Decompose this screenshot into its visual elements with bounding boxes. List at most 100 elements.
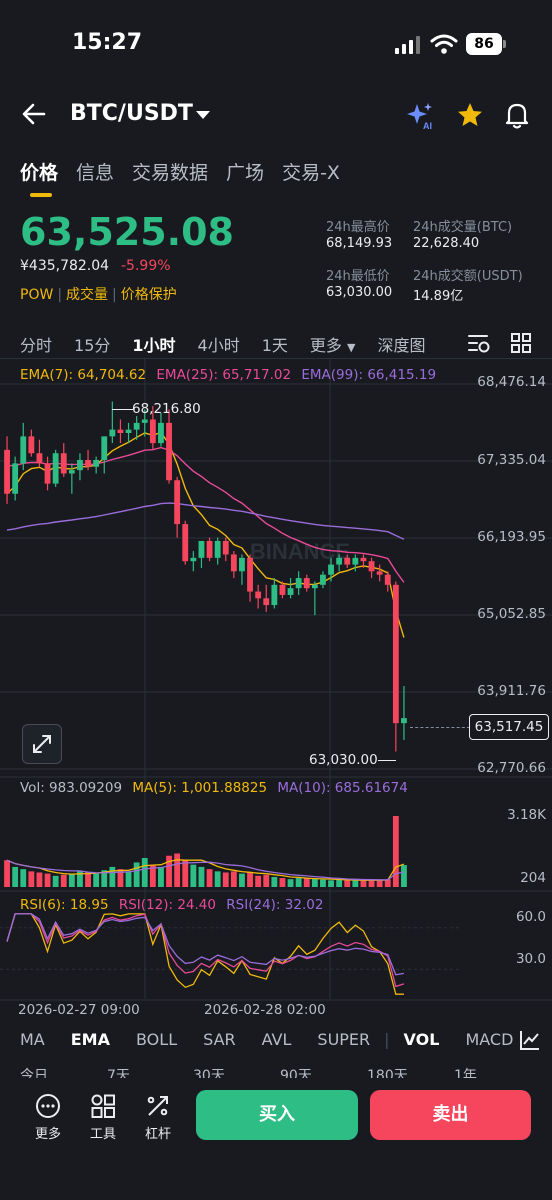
ind-boll[interactable]: BOLL — [136, 1030, 177, 1049]
candle-body — [28, 436, 35, 454]
volume-bar — [352, 880, 359, 887]
chart-settings-icon[interactable] — [466, 331, 492, 355]
low-marker: 63,030.00 — [309, 752, 378, 768]
range-7d[interactable]: 7天 — [107, 1065, 130, 1079]
candle-body — [4, 449, 10, 494]
price-tick-4: 65,052.85 — [477, 606, 546, 622]
tf-depth[interactable]: 深度图 — [377, 332, 425, 355]
volume-bar — [28, 871, 35, 887]
bell-icon[interactable] — [503, 100, 531, 130]
tf-1h[interactable]: 1小时 — [132, 332, 175, 355]
volume-bar — [109, 866, 116, 887]
buy-button[interactable]: 买入 — [196, 1090, 358, 1140]
tf-15m[interactable]: 15分 — [74, 332, 110, 355]
tools-button[interactable]: 工具 — [78, 1093, 128, 1142]
candle-body — [222, 540, 229, 555]
stat-vol-usdt-label: 24h成交额(USDT) — [413, 269, 523, 284]
ind-macd[interactable]: MACD — [465, 1030, 513, 1049]
candle-body — [303, 578, 310, 589]
ind-ma[interactable]: MA — [20, 1030, 45, 1049]
candle-body — [263, 598, 270, 606]
volume-bar — [60, 874, 67, 887]
tf-timeline[interactable]: 分时 — [20, 332, 52, 355]
tag-volume[interactable]: 成交量 — [66, 287, 108, 303]
star-icon[interactable] — [456, 101, 484, 129]
range-today[interactable]: 今日 — [20, 1065, 48, 1079]
candle-body — [214, 540, 221, 558]
volume-bar — [360, 880, 367, 887]
candle-body — [60, 453, 67, 474]
rsi12-label: RSI(12): 24.40 — [118, 897, 216, 913]
indicator-chart-icon[interactable] — [518, 1028, 542, 1052]
candle-body — [239, 557, 245, 572]
volume-bar — [247, 872, 253, 887]
rsi-legend: RSI(6): 18.95 RSI(12): 24.40 RSI(24): 32… — [20, 897, 323, 913]
tf-1d[interactable]: 1天 — [262, 332, 288, 355]
tab-square[interactable]: 广场 — [226, 158, 264, 188]
volume-bar — [263, 874, 270, 887]
timeframe-bar: 分时 15分 1小时 4小时 1天 更多 ▼ 深度图 — [20, 332, 448, 355]
candle-body — [20, 436, 27, 464]
tf-more[interactable]: 更多 ▼ — [310, 332, 356, 355]
volume-bar — [141, 857, 148, 887]
volume-bar — [133, 862, 140, 887]
grid-layout-icon[interactable] — [509, 331, 533, 355]
tag-price-protect[interactable]: 价格保护 — [121, 287, 177, 303]
stat-high-value: 68,149.93 — [326, 236, 393, 251]
volume-bar — [68, 873, 75, 887]
range-30d[interactable]: 30天 — [193, 1065, 225, 1079]
ind-avl[interactable]: AVL — [262, 1030, 292, 1049]
fullscreen-button[interactable] — [22, 724, 62, 764]
candle-body — [376, 571, 383, 575]
current-price-label[interactable]: 63,517.45 — [469, 714, 549, 740]
ind-vol[interactable]: VOL — [404, 1030, 440, 1049]
wifi-icon — [430, 34, 458, 54]
ma10-label: MA(10): 685.61674 — [277, 780, 408, 796]
tab-info[interactable]: 信息 — [76, 158, 114, 188]
tab-trading-data[interactable]: 交易数据 — [132, 158, 208, 188]
low-marker-line — [378, 760, 396, 761]
candle-body — [247, 557, 253, 592]
candle-body — [360, 557, 367, 562]
candle-body — [190, 557, 197, 562]
ai-sparkle-icon[interactable]: AI — [406, 101, 436, 131]
ema25-label: EMA(25): 65,717.02 — [156, 367, 292, 383]
current-price-line — [410, 727, 470, 728]
volume-bar — [368, 880, 375, 887]
high-marker-line — [112, 409, 134, 410]
range-1y[interactable]: 1年 — [454, 1065, 477, 1079]
candle-body — [344, 557, 351, 565]
range-90d[interactable]: 90天 — [280, 1065, 312, 1079]
last-price: 63,525.08 — [20, 210, 234, 254]
rsi-tick-30: 30.0 — [515, 951, 546, 967]
back-arrow-icon[interactable] — [20, 100, 48, 128]
ind-sar[interactable]: SAR — [203, 1030, 236, 1049]
range-row: 今日 7天 30天 90天 180天 1年 — [0, 1065, 552, 1079]
tag-pow[interactable]: POW — [20, 287, 53, 303]
volume-bar — [158, 866, 164, 887]
tf-4h[interactable]: 4小时 — [198, 332, 240, 355]
candle-body — [117, 429, 124, 433]
chevron-down-icon[interactable] — [196, 111, 210, 119]
leverage-label: 杠杆 — [144, 1127, 171, 1142]
pair-title[interactable]: BTC/USDT — [70, 101, 193, 126]
sell-button[interactable]: 卖出 — [370, 1090, 531, 1140]
leverage-button[interactable]: 杠杆 — [133, 1093, 183, 1142]
volume-bar — [12, 866, 19, 887]
ind-ema[interactable]: EMA — [71, 1030, 110, 1049]
candle-body — [36, 453, 43, 464]
ind-super[interactable]: SUPER — [317, 1030, 370, 1049]
rsi24-label: RSI(24): 32.02 — [226, 897, 324, 913]
tools-label: 工具 — [89, 1127, 116, 1142]
tab-price[interactable]: 价格 — [20, 158, 58, 188]
stat-low-value: 63,030.00 — [326, 285, 393, 300]
tab-trade-x[interactable]: 交易-X — [282, 158, 340, 188]
candle-body — [125, 429, 132, 433]
volume-bar — [320, 879, 326, 887]
more-button[interactable]: 更多 — [23, 1093, 73, 1142]
status-time: 15:27 — [72, 30, 143, 55]
price-tick-2: 67,335.04 — [477, 452, 546, 468]
volume-bar — [20, 869, 27, 887]
range-180d[interactable]: 180天 — [367, 1065, 408, 1079]
battery-icon: 86 — [466, 33, 502, 55]
